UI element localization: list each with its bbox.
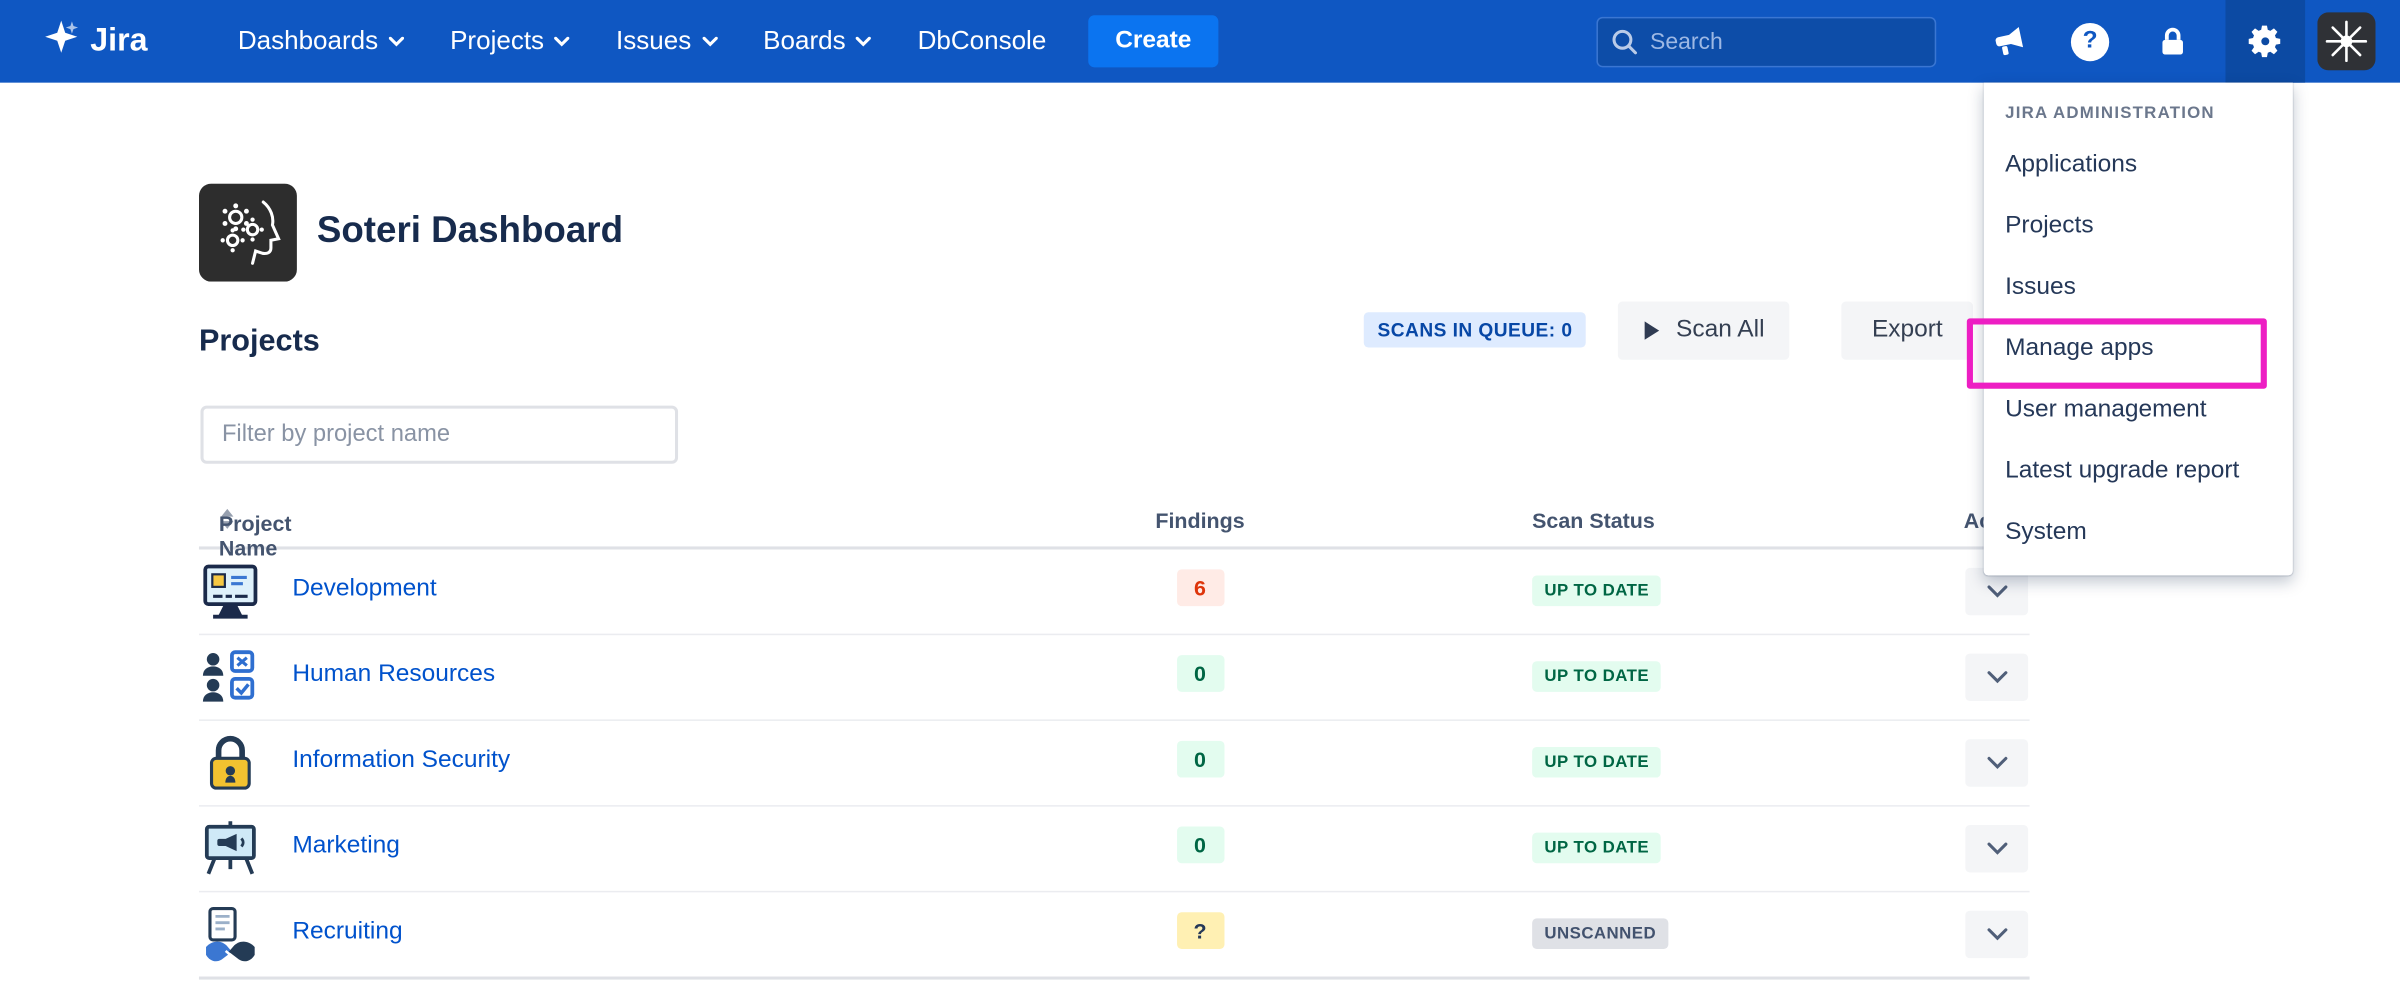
chevron-down-icon [1986, 928, 2007, 942]
page-title: Soteri Dashboard [317, 210, 623, 253]
project-link[interactable]: Marketing [292, 833, 400, 861]
chevron-down-icon [1986, 756, 2007, 770]
help-icon[interactable]: ? [2071, 22, 2109, 60]
human-resources-icon [199, 646, 262, 709]
nav-boards[interactable]: Boards [740, 14, 894, 69]
admin-gear-button[interactable] [2226, 0, 2306, 83]
status-badge: UP TO DATE [1532, 747, 1661, 778]
jira-window: Jira Dashboards Projects Issues Boards D… [0, 0, 2400, 993]
menu-item-system[interactable]: System [1984, 502, 2293, 563]
findings-badge: 6 [1176, 569, 1223, 606]
row-actions-button[interactable] [1965, 825, 2028, 872]
table-row: Human Resources 0 UP TO DATE [199, 635, 2030, 721]
recruiting-icon [199, 903, 262, 966]
findings-badge: 0 [1176, 741, 1223, 778]
jira-brand-label: Jira [90, 23, 147, 60]
menu-section-title: JIRA ADMINISTRATION [1984, 98, 2293, 135]
menu-item-latest-upgrade-report[interactable]: Latest upgrade report [1984, 441, 2293, 502]
scan-all-button[interactable]: Scan All [1618, 302, 1789, 360]
menu-item-user-management[interactable]: User management [1984, 380, 2293, 441]
development-icon [199, 560, 262, 623]
table-row: Information Security 0 UP TO DATE [199, 721, 2030, 807]
nav-dashboards-label: Dashboards [238, 26, 378, 57]
menu-item-manage-apps[interactable]: Manage apps [1984, 318, 2293, 379]
nav-dbconsole-label: DbConsole [918, 26, 1047, 57]
projects-heading: Projects [199, 324, 320, 359]
caret-down-icon [702, 36, 717, 47]
search-input[interactable] [1596, 16, 1936, 67]
create-button[interactable]: Create [1088, 15, 1219, 67]
status-badge: UP TO DATE [1532, 833, 1661, 864]
scan-all-label: Scan All [1676, 317, 1764, 345]
chevron-down-icon [1986, 670, 2007, 684]
nav-projects-label: Projects [450, 26, 544, 57]
findings-badge: 0 [1176, 655, 1223, 692]
table-header: Project Name Findings Scan Status Action… [199, 505, 2030, 549]
column-project-name[interactable]: Project Name [219, 508, 236, 529]
caret-down-icon [389, 36, 404, 47]
chevron-down-icon [1986, 585, 2007, 599]
feedback-megaphone-icon[interactable] [1988, 21, 2028, 61]
nav-projects[interactable]: Projects [427, 14, 593, 69]
jira-home-link[interactable]: Jira [43, 18, 148, 64]
nav-dashboards[interactable]: Dashboards [215, 14, 427, 69]
jira-logo-icon [43, 18, 80, 64]
status-badge: UNSCANNED [1532, 918, 1668, 949]
search-box [1596, 16, 1936, 67]
menu-item-projects[interactable]: Projects [1984, 196, 2293, 257]
export-button[interactable]: Export [1841, 302, 1973, 360]
main-nav: Dashboards Projects Issues Boards DbCons… [215, 14, 1069, 69]
chevron-down-icon [1986, 842, 2007, 856]
table-row: Marketing 0 UP TO DATE [199, 807, 2030, 893]
nav-dbconsole[interactable]: DbConsole [895, 14, 1070, 69]
status-badge: UP TO DATE [1532, 661, 1661, 692]
information-security-icon [199, 732, 262, 795]
project-link[interactable]: Human Resources [292, 661, 495, 689]
gear-icon [2245, 21, 2285, 61]
project-link[interactable]: Recruiting [292, 918, 402, 946]
table-row: Recruiting ? UNSCANNED [199, 892, 2030, 979]
project-link[interactable]: Development [292, 576, 436, 604]
status-badge: UP TO DATE [1532, 576, 1661, 607]
row-actions-button[interactable] [1965, 911, 2028, 958]
findings-badge: ? [1176, 912, 1223, 949]
menu-item-applications[interactable]: Applications [1984, 135, 2293, 196]
caret-down-icon [555, 36, 570, 47]
navbar-right: ? [1596, 0, 2400, 83]
lock-icon[interactable] [2152, 21, 2192, 61]
menu-item-issues[interactable]: Issues [1984, 257, 2293, 318]
user-avatar[interactable] [2317, 12, 2375, 70]
row-actions-button[interactable] [1965, 654, 2028, 701]
column-scan-status: Scan Status [1532, 508, 1655, 532]
projects-table: Development 6 UP TO DATE Human Resources [199, 549, 2030, 979]
jira-administration-menu: JIRA ADMINISTRATION Applications Project… [1984, 83, 2293, 576]
caret-down-icon [856, 36, 871, 47]
scans-in-queue-badge: SCANS IN QUEUE: 0 [1364, 312, 1586, 347]
top-navbar: Jira Dashboards Projects Issues Boards D… [0, 0, 2400, 83]
project-link[interactable]: Information Security [292, 747, 510, 775]
play-icon [1642, 320, 1660, 341]
nav-boards-label: Boards [763, 26, 845, 57]
findings-badge: 0 [1176, 827, 1223, 864]
marketing-icon [199, 817, 262, 880]
search-icon [1609, 25, 1640, 63]
nav-issues-label: Issues [616, 26, 691, 57]
project-filter-input[interactable] [201, 406, 679, 464]
nav-issues[interactable]: Issues [593, 14, 740, 69]
table-row: Development 6 UP TO DATE [199, 549, 2030, 635]
soteri-logo [199, 184, 297, 282]
row-actions-button[interactable] [1965, 739, 2028, 786]
column-findings: Findings [1108, 508, 1292, 532]
